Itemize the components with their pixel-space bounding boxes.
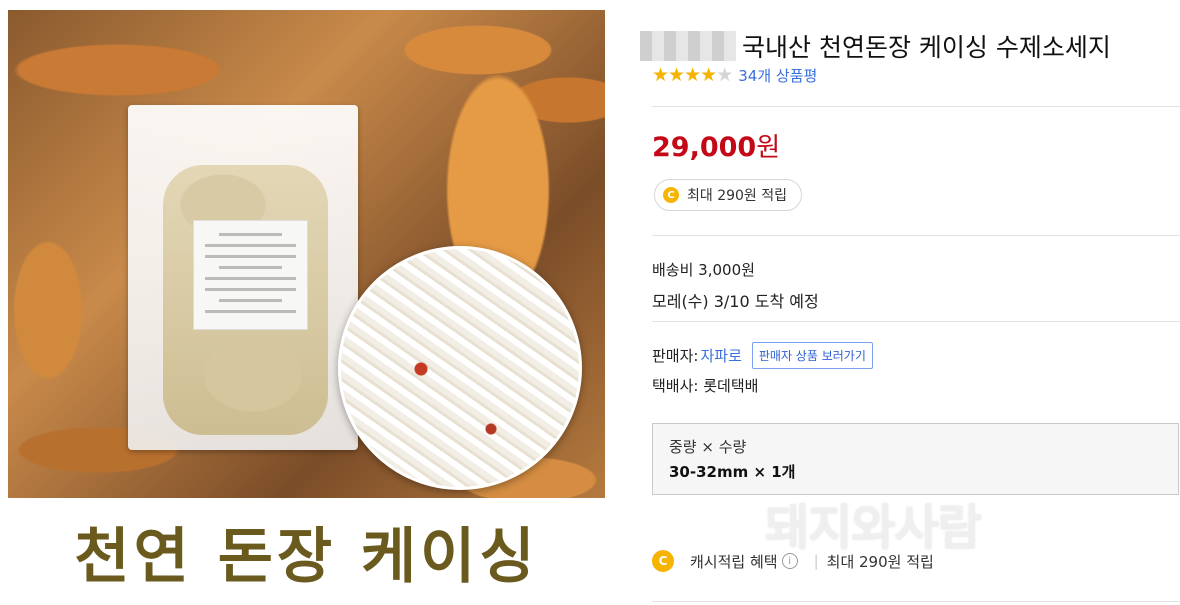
option-value: 30-32mm × 1개 xyxy=(669,463,796,481)
price-value: 29,000 xyxy=(652,132,757,163)
coin-icon: C xyxy=(652,550,674,572)
divider xyxy=(652,601,1180,602)
product-info-panel: 국내산 천연돈장 케이싱 수제소세지 ★★★★★ 34개 상품평 29,000원… xyxy=(640,0,1180,605)
seller-row: 판매자: 자파로 판매자 상품 보러가기 xyxy=(652,342,873,369)
star-rating: ★★★★★ xyxy=(652,64,733,86)
seller-name-link[interactable]: 자파로 xyxy=(700,345,741,366)
price: 29,000원 xyxy=(652,127,780,164)
courier: 택배사: 롯데택배 xyxy=(652,377,759,395)
divider xyxy=(652,235,1180,236)
separator: | xyxy=(813,552,819,570)
rating-row[interactable]: ★★★★★ 34개 상품평 xyxy=(652,64,817,86)
reward-text: 최대 290원 적립 xyxy=(687,188,788,204)
option-label: 중량 × 수량 xyxy=(669,438,747,456)
star-empty-icon: ★ xyxy=(716,64,733,86)
cash-label: 캐시적립 혜택 xyxy=(690,552,778,571)
option-selector[interactable]: 중량 × 수량 30-32mm × 1개 xyxy=(652,423,1179,495)
divider xyxy=(652,321,1180,322)
coin-icon: C xyxy=(663,187,679,203)
title-row: 국내산 천연돈장 케이싱 수제소세지 xyxy=(640,28,1111,64)
divider xyxy=(652,106,1180,107)
casing-package xyxy=(128,105,358,450)
seller-products-button[interactable]: 판매자 상품 보러가기 xyxy=(751,342,873,369)
cash-reward-row: C 캐시적립 혜택 i | 최대 290원 적립 xyxy=(652,550,934,572)
review-count-link[interactable]: 34개 상품평 xyxy=(738,65,817,86)
shipping-fee: 배송비 3,000원 xyxy=(652,261,755,279)
product-title: 국내산 천연돈장 케이싱 수제소세지 xyxy=(742,33,1111,62)
blurred-brand-name xyxy=(640,31,736,61)
product-image[interactable] xyxy=(8,10,605,498)
star-filled-icon: ★ xyxy=(668,64,685,86)
reward-chip: C 최대 290원 적립 xyxy=(654,179,803,211)
seller-label: 판매자: xyxy=(652,347,699,365)
image-caption: 천연 돈장 케이싱 xyxy=(8,498,605,605)
star-filled-icon: ★ xyxy=(652,64,669,86)
package-label xyxy=(193,220,308,330)
casing-zoom-circle xyxy=(338,246,582,490)
star-filled-icon: ★ xyxy=(684,64,701,86)
info-icon[interactable]: i xyxy=(781,553,798,569)
arrival-estimate: 모레(수) 3/10 도착 예정 xyxy=(652,292,819,311)
price-unit: 원 xyxy=(756,133,781,163)
watermark-logo: 돼지와사람 xyxy=(765,500,982,556)
cash-value: 최대 290원 적립 xyxy=(826,552,934,571)
star-filled-icon: ★ xyxy=(700,64,717,86)
